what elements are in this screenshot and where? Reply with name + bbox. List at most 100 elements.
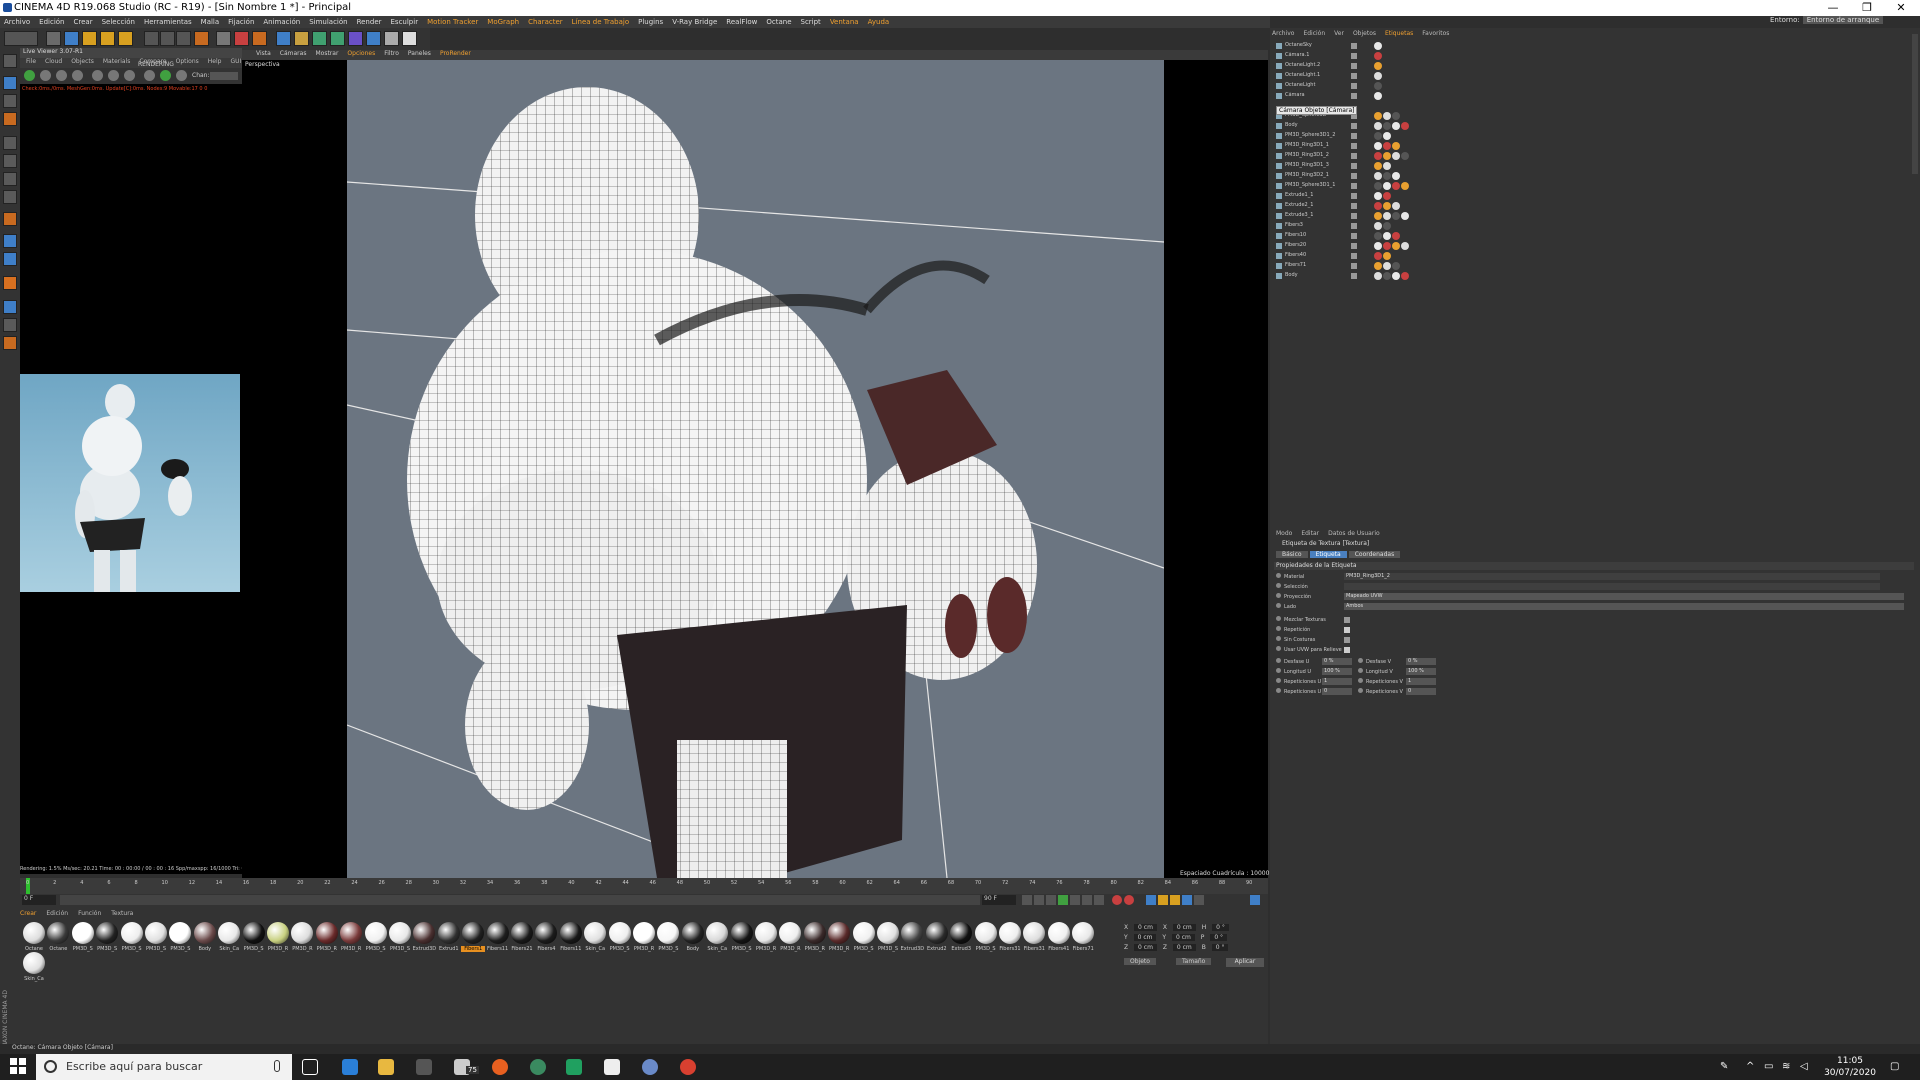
notifications-icon[interactable]: ▢	[1890, 1061, 1899, 1072]
lv-menu-materials[interactable]: Materials	[103, 58, 131, 68]
lv-menu-options[interactable]: Options	[176, 58, 199, 68]
offset-u-anim-dot[interactable]	[1276, 658, 1281, 663]
mix-textures-checkbox[interactable]	[1344, 617, 1350, 623]
menu-ayuda[interactable]: Ayuda	[868, 18, 890, 26]
material-tag-icon[interactable]	[1374, 112, 1382, 120]
pause-icon[interactable]	[56, 70, 67, 81]
material-tag-icon[interactable]	[1374, 172, 1382, 180]
material-tag-icon[interactable]	[1383, 262, 1391, 270]
axis-mode-icon[interactable]	[3, 212, 17, 226]
sculpt-icon[interactable]	[3, 252, 17, 266]
material-tag-icon[interactable]	[1383, 172, 1391, 180]
pen-tray-icon[interactable]: ✎	[1720, 1061, 1728, 1072]
material-swatch[interactable]: PM3D_S	[608, 922, 632, 958]
visibility-toggle-icon[interactable]	[1351, 73, 1357, 79]
planar-workplane-icon[interactable]	[3, 300, 17, 314]
material-tag-icon[interactable]	[1374, 132, 1382, 140]
prev-frame-icon[interactable]	[1046, 895, 1056, 905]
projection-anim-dot[interactable]	[1276, 593, 1281, 598]
maximize-button[interactable]: ❐	[1852, 1, 1882, 15]
material-anim-dot[interactable]	[1276, 573, 1281, 578]
chevron-up-icon[interactable]: ^	[1746, 1061, 1754, 1072]
material-swatch[interactable]: Fibers11	[559, 922, 583, 958]
obj-menu-edicion[interactable]: Edición	[1303, 30, 1325, 37]
visibility-toggle-icon[interactable]	[1351, 213, 1357, 219]
next-key-icon[interactable]	[1082, 895, 1092, 905]
material-tag-icon[interactable]	[1401, 182, 1409, 190]
material-tag-icon[interactable]	[1401, 212, 1409, 220]
tiles-u-anim-dot[interactable]	[1276, 678, 1281, 683]
tab-coordenadas[interactable]: Coordenadas	[1348, 551, 1401, 558]
material-tag-icon[interactable]	[1374, 262, 1382, 270]
material-swatch[interactable]: PM3D_S	[852, 922, 876, 958]
menu-render[interactable]: Render	[357, 18, 382, 26]
material-swatch[interactable]: Fibers31	[998, 922, 1022, 958]
points-mode-icon[interactable]	[3, 136, 17, 150]
frame-range-slider[interactable]	[60, 895, 980, 905]
visibility-toggle-icon[interactable]	[1351, 203, 1357, 209]
material-tag-icon[interactable]	[1374, 142, 1382, 150]
layout-selector[interactable]: Entorno: Entorno de arranque	[1770, 16, 1884, 24]
material-swatch[interactable]: Octane	[46, 922, 70, 958]
visibility-toggle-icon[interactable]	[1351, 153, 1357, 159]
material-tag-icon[interactable]	[1392, 212, 1400, 220]
attr-menu-modo[interactable]: Modo	[1276, 530, 1292, 537]
vp-menu-prorender[interactable]: ProRender	[440, 50, 471, 60]
rep-v-field[interactable]: 0	[1406, 688, 1436, 695]
app-w-icon[interactable]	[530, 1059, 546, 1075]
coord-rot-h[interactable]: 0 °	[1212, 924, 1229, 931]
region-icon[interactable]	[144, 70, 155, 81]
material-tag-icon[interactable]	[1374, 82, 1382, 90]
close-button[interactable]: ✕	[1886, 1, 1916, 15]
light-icon[interactable]	[402, 31, 417, 46]
menu-crear[interactable]: Crear	[74, 18, 93, 26]
send-scene-icon[interactable]	[24, 70, 35, 81]
menu-script[interactable]: Script	[801, 18, 821, 26]
visibility-toggle-icon[interactable]	[1351, 53, 1357, 59]
menu-seleccion[interactable]: Selección	[102, 18, 135, 26]
tile-anim-dot[interactable]	[1276, 626, 1281, 631]
lv-menu-cloud[interactable]: Cloud	[45, 58, 62, 68]
projection-select[interactable]: Mapeado UVW	[1344, 593, 1904, 600]
uv-mode-icon[interactable]	[3, 190, 17, 204]
material-tag-icon[interactable]	[1383, 192, 1391, 200]
coord-pos-x[interactable]: 0 cm	[1134, 924, 1157, 931]
object-row[interactable]: Body	[1276, 122, 1856, 131]
material-swatch[interactable]: Fibers11	[486, 922, 510, 958]
tiles-v-anim-dot[interactable]	[1358, 678, 1363, 683]
coord-pos-z[interactable]: 0 cm	[1134, 944, 1157, 951]
material-tag-icon[interactable]	[1374, 212, 1382, 220]
material-tag-icon[interactable]	[1383, 112, 1391, 120]
tiles-u-field[interactable]: 1	[1322, 678, 1352, 685]
menu-esculpir[interactable]: Esculpir	[391, 18, 419, 26]
material-swatch[interactable]: Extrud1	[437, 922, 461, 958]
key-scale-icon[interactable]	[1158, 895, 1168, 905]
material-swatch[interactable]: Fibers4	[534, 922, 558, 958]
material-tag-icon[interactable]	[1374, 162, 1382, 170]
object-row[interactable]: Fibers71	[1276, 262, 1856, 271]
pick-focus-icon[interactable]	[160, 70, 171, 81]
visibility-toggle-icon[interactable]	[1351, 133, 1357, 139]
object-row[interactable]: OctaneLight	[1276, 82, 1856, 91]
visibility-toggle-icon[interactable]	[1351, 173, 1357, 179]
coord-pos-y[interactable]: 0 cm	[1133, 934, 1157, 941]
material-tag-icon[interactable]	[1374, 232, 1382, 240]
key-pla-icon[interactable]	[1194, 895, 1204, 905]
wifi-icon[interactable]: ≋	[1782, 1061, 1790, 1072]
menu-mograph[interactable]: MoGraph	[487, 18, 519, 26]
visibility-toggle-icon[interactable]	[1351, 193, 1357, 199]
offset-u-field[interactable]: 0 %	[1322, 658, 1352, 665]
chrome-icon[interactable]	[680, 1059, 696, 1075]
vp-menu-vista[interactable]: Vista	[256, 50, 271, 60]
seamless-checkbox[interactable]	[1344, 637, 1350, 643]
seamless-anim-dot[interactable]	[1276, 636, 1281, 641]
uvw-bump-checkbox[interactable]	[1344, 647, 1350, 653]
material-tag-icon[interactable]	[1401, 122, 1409, 130]
object-row[interactable]: PM3D_Ring3D1_1	[1276, 142, 1856, 151]
rep-u-field[interactable]: 0	[1322, 688, 1352, 695]
material-swatch[interactable]: Extrud3D	[412, 922, 436, 958]
network-icon[interactable]: ▭	[1764, 1061, 1773, 1072]
side-select[interactable]: Ambos	[1344, 603, 1904, 610]
channel-select[interactable]	[210, 72, 238, 80]
material-swatch[interactable]: PM3D_S	[71, 922, 95, 958]
